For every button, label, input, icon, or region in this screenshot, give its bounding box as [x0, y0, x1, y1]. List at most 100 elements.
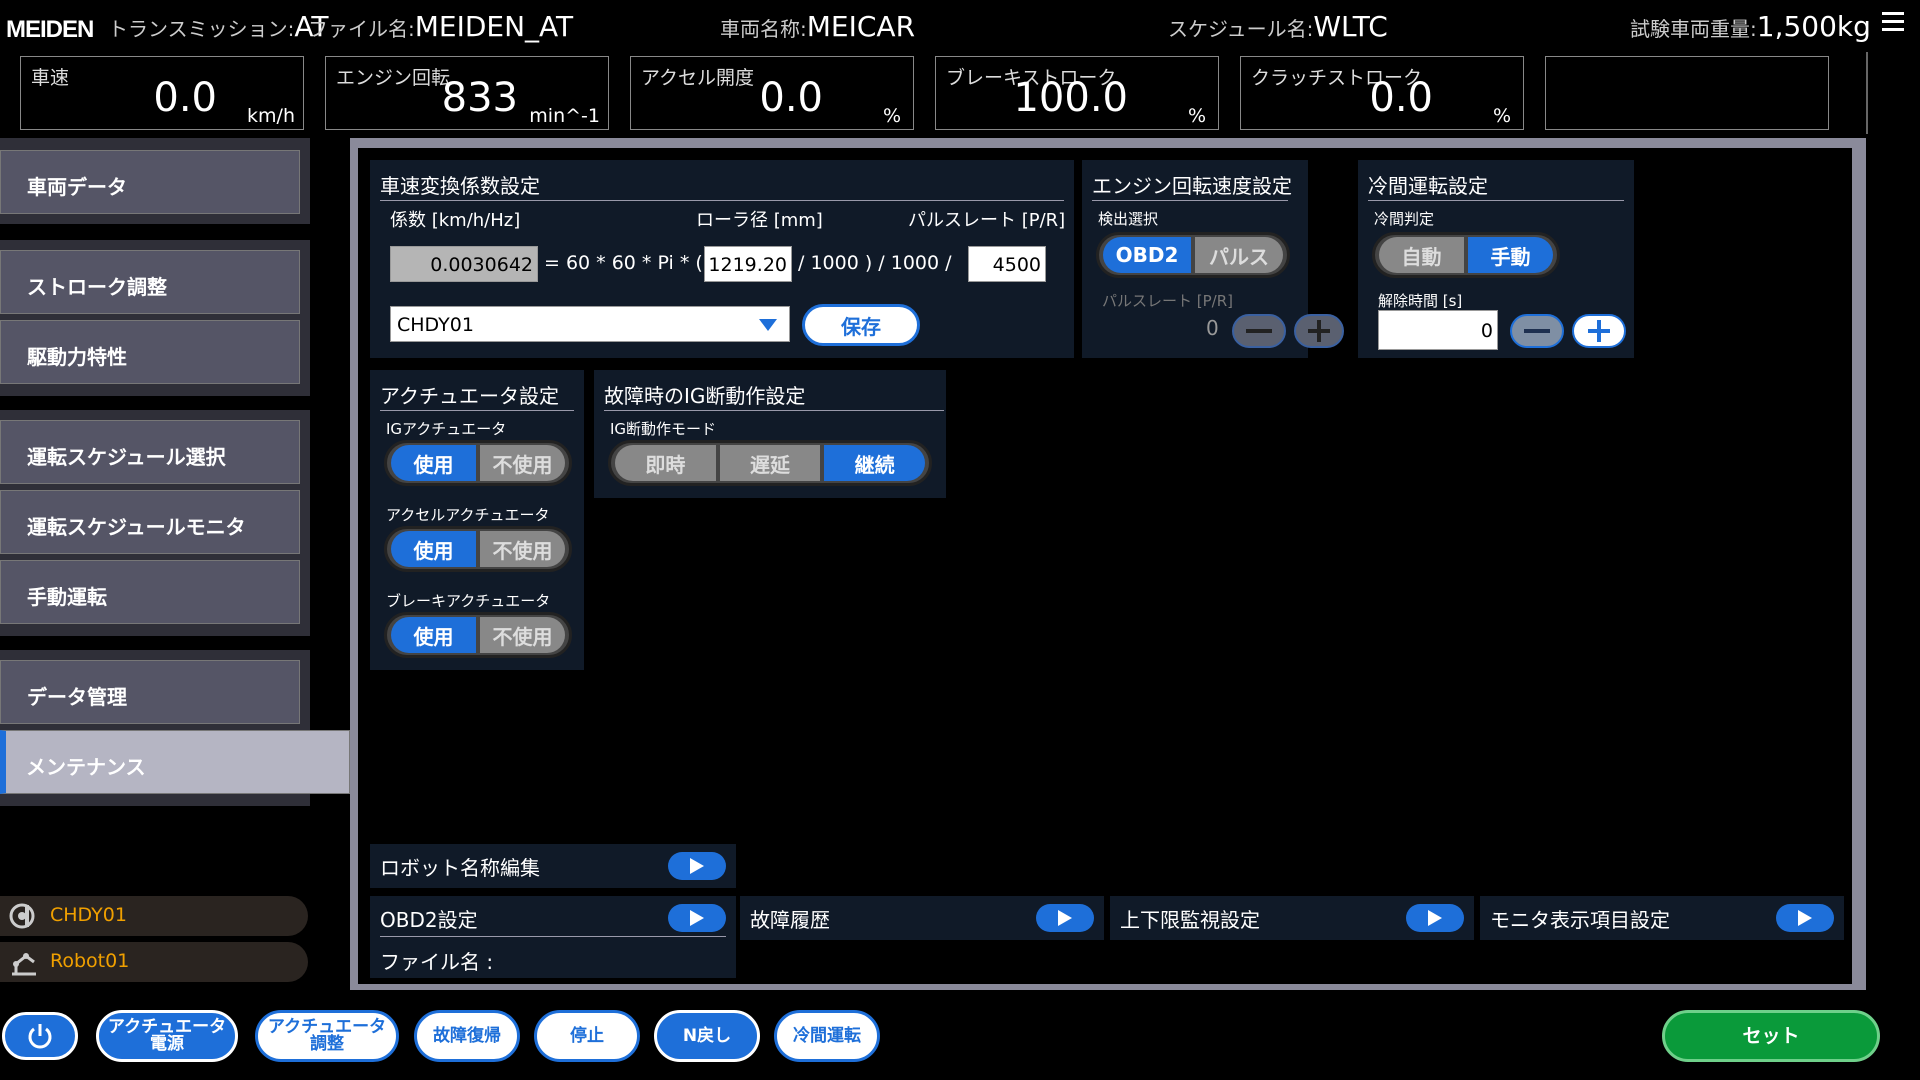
pulse-col-label: パルスレート [P/R] — [908, 210, 1066, 231]
sidebar-item-manual-run[interactable]: 手動運転 — [0, 560, 300, 624]
roller-col-label: ローラ径 [mm] — [696, 210, 823, 231]
meter-value: 0.0 — [153, 75, 217, 121]
pulse-rate-input[interactable]: 4500 — [968, 246, 1046, 282]
cold-judge-toggle[interactable]: 自動 手動 — [1372, 232, 1560, 278]
meter-empty — [1545, 56, 1829, 130]
minus-button[interactable] — [1510, 314, 1564, 348]
limit-monitor-row[interactable]: 上下限監視設定 — [1110, 896, 1474, 940]
monitor-items-row[interactable]: モニタ表示項目設定 — [1480, 896, 1844, 940]
robot-arm-icon — [12, 953, 36, 976]
play-icon — [1058, 910, 1072, 926]
option-obd2[interactable]: OBD2 — [1103, 237, 1191, 273]
meiden-logo: MEIDEN — [6, 16, 94, 43]
fault-reset-button[interactable]: 故障復帰 — [414, 1010, 520, 1062]
engine-pulse-rate-value: 0 — [1206, 316, 1219, 340]
roller-diameter-input[interactable]: 1219.20 — [704, 246, 792, 282]
status-robot: Robot01 — [0, 942, 308, 982]
power-button[interactable] — [2, 1012, 78, 1060]
meter-unit: min^-1 — [529, 105, 600, 127]
sidebar-item-schedule-select[interactable]: 運転スケジュール選択 — [0, 420, 300, 484]
ig-mode-toggle[interactable]: 即時 遅延 継続 — [608, 440, 932, 486]
option-not-use[interactable]: 不使用 — [480, 617, 565, 653]
dyno-select[interactable]: CHDY01 — [390, 306, 790, 342]
accel-actuator-toggle[interactable]: 使用 不使用 — [384, 526, 572, 572]
accel-actuator-label: アクセルアクチュエータ — [386, 506, 550, 524]
obd2-section: OBD2設定 ファイル名 : — [370, 896, 736, 978]
release-time-label: 解除時間 [s] — [1378, 292, 1463, 310]
meter-unit: % — [1492, 105, 1511, 127]
sidebar-item-maintenance[interactable]: メンテナンス — [0, 730, 350, 794]
weight-info: 試験車両重量:1,500kg — [1630, 10, 1871, 43]
obd2-label: OBD2設定 — [380, 908, 478, 932]
robot-name-edit-button[interactable] — [668, 852, 726, 880]
hamburger-menu-icon[interactable] — [1882, 12, 1904, 32]
limit-monitor-button[interactable] — [1406, 904, 1464, 932]
play-icon — [1798, 910, 1812, 926]
option-immediate[interactable]: 即時 — [615, 445, 716, 481]
actuator-adjust-button[interactable]: アクチュエータ 調整 — [255, 1010, 399, 1062]
fault-history-button[interactable] — [1036, 904, 1094, 932]
ig-actuator-label: IGアクチュエータ — [386, 420, 507, 438]
robot-name-edit-label: ロボット名称編集 — [380, 856, 540, 880]
monitor-items-button[interactable] — [1776, 904, 1834, 932]
release-time-input[interactable]: 0 — [1378, 310, 1498, 350]
actuator-title: アクチュエータ設定 — [380, 384, 559, 408]
chevron-down-icon — [759, 319, 777, 331]
option-auto[interactable]: 自動 — [1379, 237, 1464, 273]
sidebar-item-stroke-adjust[interactable]: ストローク調整 — [0, 250, 300, 314]
obd2-button[interactable] — [668, 904, 726, 932]
option-delay[interactable]: 遅延 — [719, 445, 821, 481]
actuator-section: アクチュエータ設定 IGアクチュエータ 使用 不使用 アクセルアクチュエータ 使… — [370, 370, 584, 670]
transmission-info: トランスミッション:AT — [108, 10, 329, 43]
robot-name-edit-row[interactable]: ロボット名称編集 — [370, 844, 736, 888]
sidebar-item-data-management[interactable]: データ管理 — [0, 660, 300, 724]
stop-button[interactable]: 停止 — [534, 1010, 640, 1062]
option-use[interactable]: 使用 — [391, 531, 476, 567]
option-pulse[interactable]: パルス — [1195, 237, 1283, 273]
option-manual[interactable]: 手動 — [1468, 237, 1553, 273]
meter-label: 車速 — [31, 67, 70, 89]
coef-field: 0.0030642 — [390, 246, 538, 282]
option-use[interactable]: 使用 — [391, 445, 476, 481]
dyno-select-value: CHDY01 — [397, 314, 474, 336]
right-strip — [1866, 52, 1920, 134]
option-not-use[interactable]: 不使用 — [480, 531, 565, 567]
plus-button[interactable] — [1572, 314, 1626, 348]
cold-run-button[interactable]: 冷間運転 — [774, 1010, 880, 1062]
plus-button[interactable] — [1294, 314, 1344, 348]
meter-value: 0.0 — [1369, 75, 1433, 121]
sidebar-item-drive-force[interactable]: 駆動力特性 — [0, 320, 300, 384]
option-not-use[interactable]: 不使用 — [480, 445, 565, 481]
actuator-power-button[interactable]: アクチュエータ 電源 — [96, 1010, 238, 1062]
brake-actuator-toggle[interactable]: 使用 不使用 — [384, 612, 572, 658]
cold-run-section: 冷間運転設定 冷間判定 自動 手動 解除時間 [s] 0 — [1358, 160, 1634, 358]
divider — [380, 200, 1064, 201]
status-chdy: CHDY01 — [0, 896, 308, 936]
minus-button[interactable] — [1232, 314, 1286, 348]
meter-unit: % — [882, 105, 901, 127]
brake-actuator-label: ブレーキアクチュエータ — [386, 592, 551, 610]
top-bar: MEIDEN トランスミッション:AT ファイル名:MEIDEN_AT 車両名称… — [0, 0, 1920, 52]
sidebar-item-schedule-monitor[interactable]: 運転スケジュールモニタ — [0, 490, 300, 554]
obd2-file-label: ファイル名 : — [380, 950, 494, 974]
sidebar-item-vehicle-data[interactable]: 車両データ — [0, 150, 300, 214]
play-icon — [690, 910, 704, 926]
dyno-icon — [9, 903, 35, 929]
ig-actuator-toggle[interactable]: 使用 不使用 — [384, 440, 572, 486]
set-button[interactable]: セット — [1662, 1010, 1880, 1062]
n-return-button[interactable]: N戻し — [654, 1010, 760, 1062]
fault-history-row[interactable]: 故障履歴 — [740, 896, 1104, 940]
divider — [1092, 200, 1288, 201]
speed-coef-section: 車速変換係数設定 係数 [km/h/Hz] ローラ径 [mm] パルスレート [… — [370, 160, 1074, 358]
status-robot-label: Robot01 — [50, 950, 130, 972]
detect-select-toggle[interactable]: OBD2 パルス — [1096, 232, 1290, 278]
meter-bar: 車速 0.0 km/h エンジン回転 833 min^-1 アクセル開度 0.0… — [0, 52, 1868, 134]
option-use[interactable]: 使用 — [391, 617, 476, 653]
save-button[interactable]: 保存 — [802, 304, 920, 346]
file-info: ファイル名:MEIDEN_AT — [308, 10, 574, 43]
plus-icon — [1308, 320, 1330, 342]
speed-coef-title: 車速変換係数設定 — [380, 174, 540, 198]
meter-label: エンジン回転 — [336, 67, 451, 89]
option-continue[interactable]: 継続 — [824, 445, 926, 481]
fault-history-label: 故障履歴 — [750, 908, 830, 932]
